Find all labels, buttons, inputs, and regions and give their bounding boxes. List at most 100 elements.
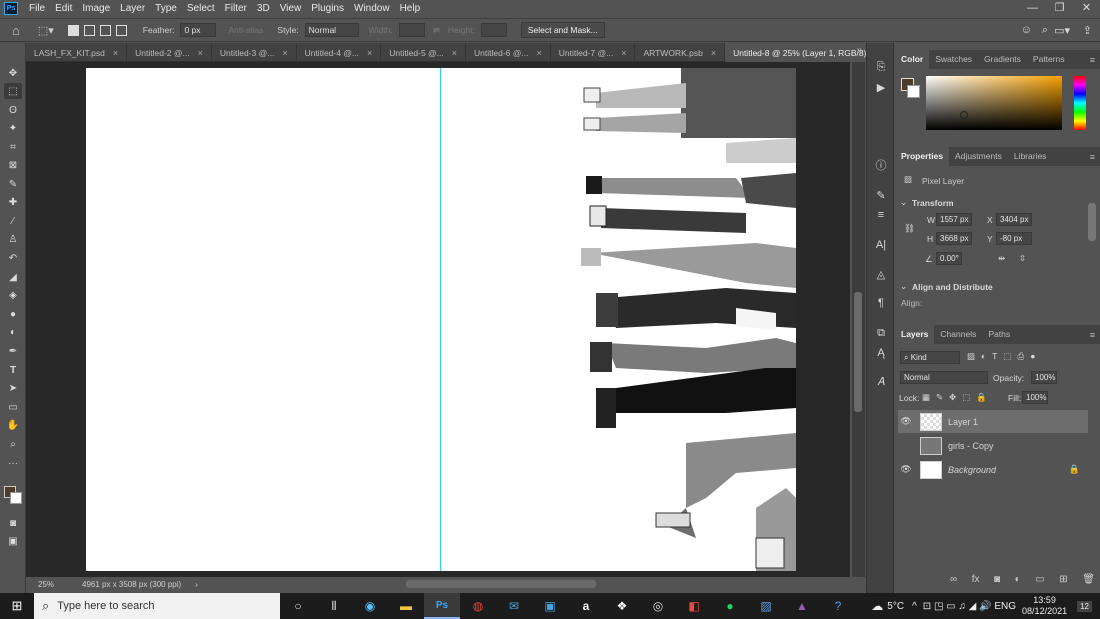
chrome-icon[interactable]: ◍	[460, 593, 496, 619]
menu-image[interactable]: Image	[77, 3, 115, 14]
new-layer-icon[interactable]: ⊞	[1059, 574, 1067, 585]
tab-artwork[interactable]: ARTWORK.psb ×	[635, 43, 726, 62]
panel-menu-icon[interactable]: ≡	[1090, 330, 1095, 340]
weather-icon[interactable]: ☁	[871, 599, 883, 613]
info-panel-icon[interactable]: ⓘ	[873, 157, 889, 173]
swap-icon[interactable]: ⇄	[433, 25, 440, 36]
close-tab-icon[interactable]: ×	[282, 48, 287, 58]
paragraph-styles-icon[interactable]: 𝐴	[873, 374, 889, 390]
height-input[interactable]	[480, 23, 507, 37]
new-group-icon[interactable]: ▭	[1035, 574, 1044, 585]
tab-patterns[interactable]: Patterns	[1027, 50, 1071, 69]
intersect-selection-icon[interactable]	[115, 24, 127, 36]
more-tools-icon[interactable]: ···	[4, 455, 22, 471]
layer-name[interactable]: Background	[948, 465, 996, 475]
dodge-tool-icon[interactable]: ◐	[4, 324, 22, 340]
close-tab-icon[interactable]: ×	[711, 48, 716, 58]
blur-tool-icon[interactable]: ●	[4, 306, 22, 322]
menu-file[interactable]: File	[24, 3, 50, 14]
notification-badge[interactable]: 12	[1077, 600, 1092, 612]
layer-filter-icons[interactable]: ▨◐T⬚⎙●	[967, 351, 1041, 362]
chevron-down-icon[interactable]: ⌄	[900, 197, 907, 208]
style-select[interactable]: Normal	[304, 23, 359, 37]
tab-untitled-5[interactable]: Untitled-5 @... ×	[381, 43, 467, 62]
lasso-tool-icon[interactable]: ʘ	[4, 102, 22, 118]
vertical-scrollbar[interactable]	[852, 62, 865, 577]
tab-untitled-2[interactable]: Untitled-2 @... ×	[127, 43, 212, 62]
feather-input[interactable]: 0 px	[180, 23, 217, 37]
x-field[interactable]: 3404 px	[996, 213, 1032, 226]
paragraph-panel-icon[interactable]: ¶	[873, 295, 889, 311]
photos-icon[interactable]: ▨	[748, 593, 784, 619]
minimize-icon[interactable]: —	[1019, 0, 1046, 17]
adjustments-icon[interactable]: ≡	[873, 207, 889, 223]
frame-tool-icon[interactable]: ⊠	[4, 157, 22, 173]
menu-window[interactable]: Window	[349, 3, 395, 14]
tray-chevron-icon[interactable]: ^	[912, 601, 917, 612]
panel-menu-icon[interactable]: ≡	[1090, 152, 1095, 162]
widgets-icon[interactable]: ⫴	[316, 593, 352, 619]
move-tool-icon[interactable]: ✥	[4, 65, 22, 81]
close-tab-icon[interactable]: ×	[113, 48, 118, 58]
link-icon[interactable]: ⛓	[904, 223, 915, 234]
layer-filter-kind[interactable]: ⌕ Kind	[900, 351, 960, 364]
dropbox-icon[interactable]: ❖	[604, 593, 640, 619]
visibility-eye-icon[interactable]: 👁	[898, 464, 914, 475]
eraser-tool-icon[interactable]: ◢	[4, 269, 22, 285]
clock[interactable]: 13:59 08/12/2021	[1022, 595, 1067, 617]
affinity-icon[interactable]: ▲	[784, 593, 820, 619]
task-view-icon[interactable]: ○	[280, 593, 316, 619]
bg-color-swatch[interactable]	[907, 85, 920, 98]
character-panel-icon[interactable]: A|	[873, 237, 889, 253]
color-field[interactable]	[926, 76, 1062, 130]
menu-view[interactable]: View	[275, 3, 307, 14]
layer-row[interactable]: girls - Copy	[898, 434, 1088, 457]
tab-gradients[interactable]: Gradients	[978, 50, 1027, 69]
layer-name[interactable]: girls - Copy	[948, 441, 994, 451]
close-tab-icon[interactable]: ×	[621, 48, 626, 58]
height-field[interactable]: 3668 px	[936, 232, 972, 245]
clone-source-icon[interactable]: ◬	[873, 266, 889, 282]
amazon-icon[interactable]: a	[568, 593, 604, 619]
chevron-down-icon[interactable]: ⌄	[900, 281, 907, 292]
tab-properties[interactable]: Properties	[895, 147, 950, 166]
subtract-selection-icon[interactable]	[99, 24, 111, 36]
character-styles-icon[interactable]: Ą	[873, 345, 889, 361]
weather-temp[interactable]: 5°C	[887, 601, 904, 612]
menu-filter[interactable]: Filter	[220, 3, 252, 14]
menu-type[interactable]: Type	[150, 3, 182, 14]
close-icon[interactable]: ✕	[1073, 0, 1100, 17]
quick-mask-icon[interactable]: ◙	[4, 515, 22, 531]
zoom-level[interactable]: 25%	[38, 580, 78, 589]
tab-swatches[interactable]: Swatches	[929, 50, 978, 69]
menu-help[interactable]: Help	[395, 3, 426, 14]
status-arrow-icon[interactable]: ›	[195, 580, 198, 589]
fill-field[interactable]: 100%	[1022, 391, 1048, 404]
y-field[interactable]: -80 px	[996, 232, 1032, 245]
help-icon[interactable]: ?	[820, 593, 856, 619]
type-tool-icon[interactable]: T	[4, 362, 22, 378]
app-icon[interactable]: ◎	[640, 593, 676, 619]
menu-plugins[interactable]: Plugins	[306, 3, 349, 14]
add-mask-icon[interactable]: ◙	[994, 574, 1000, 585]
tab-untitled-4[interactable]: Untitled-4 @... ×	[297, 43, 382, 62]
hand-tool-icon[interactable]: ✋	[4, 417, 22, 433]
new-selection-icon[interactable]	[67, 24, 79, 36]
tray-icons[interactable]: ⊡ ◳ ▭ ♫ ◢ 🔊 ENG	[923, 601, 1016, 612]
stamp-tool-icon[interactable]: ♙	[4, 231, 22, 247]
history-panel-icon[interactable]: ⎘	[873, 59, 889, 75]
menu-3d[interactable]: 3D	[252, 3, 275, 14]
office-icon[interactable]: ◧	[676, 593, 712, 619]
menu-select[interactable]: Select	[182, 3, 220, 14]
select-and-mask-button[interactable]: Select and Mask...	[520, 22, 605, 38]
tab-layers[interactable]: Layers	[895, 325, 935, 344]
opacity-field[interactable]: 100%	[1031, 371, 1057, 384]
menu-layer[interactable]: Layer	[115, 3, 150, 14]
horizontal-scrollbar-thumb[interactable]	[406, 580, 596, 588]
panel-menu-icon[interactable]: ≡	[1090, 55, 1095, 65]
menu-edit[interactable]: Edit	[50, 3, 77, 14]
close-tab-icon[interactable]: ×	[367, 48, 372, 58]
edge-icon[interactable]: ◉	[352, 593, 388, 619]
path-select-icon[interactable]: ➤	[4, 380, 22, 396]
tab-adjustments[interactable]: Adjustments	[949, 147, 1008, 166]
